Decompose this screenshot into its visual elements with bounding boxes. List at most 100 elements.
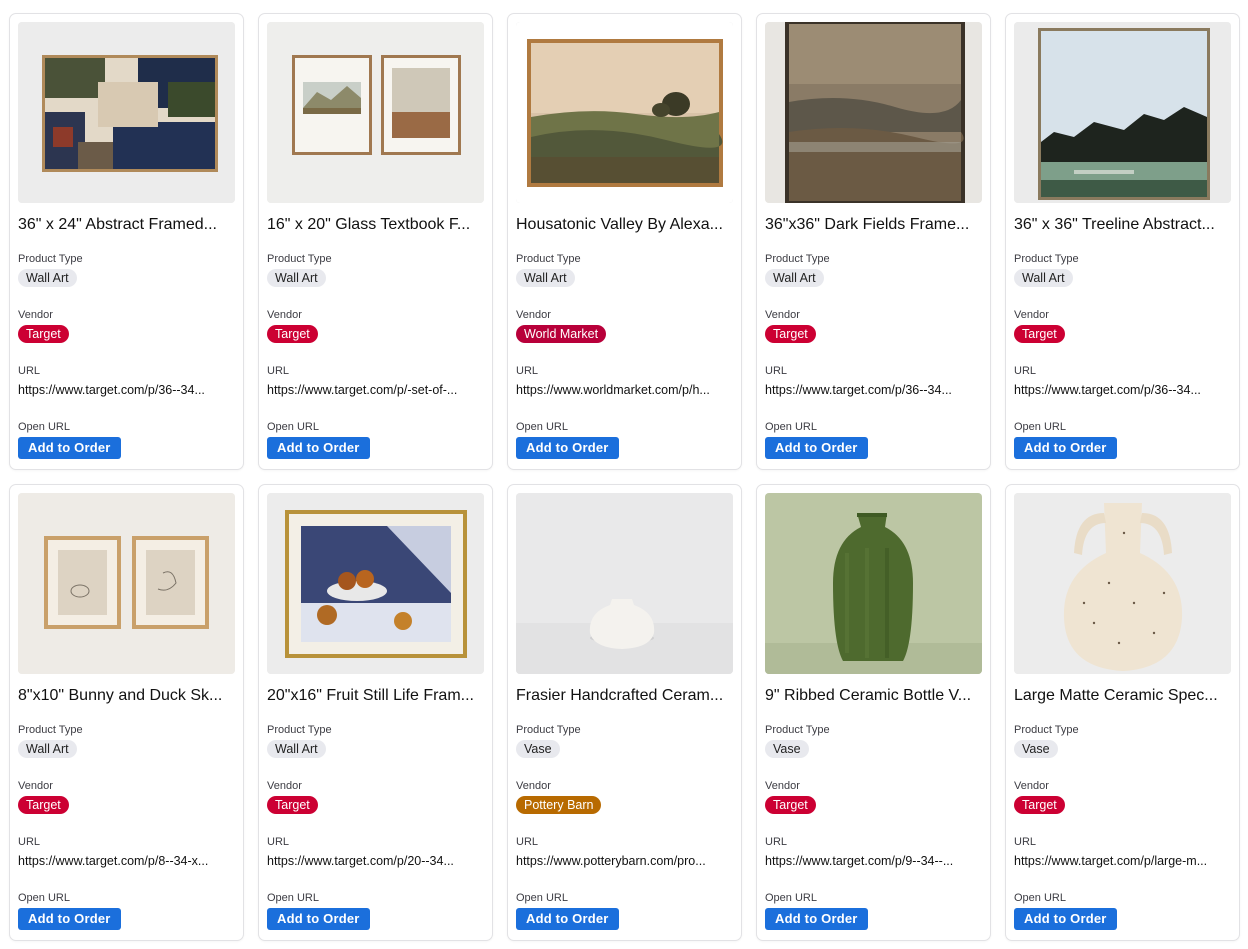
vendor-label: Vendor <box>765 309 800 321</box>
vendor-badge: Target <box>267 796 318 814</box>
add-to-order-button[interactable]: Add to Order <box>516 908 619 930</box>
product-card: Frasier Handcrafted Ceram... Product Typ… <box>507 484 742 941</box>
vendor-label: Vendor <box>765 780 800 792</box>
product-type-badge: Wall Art <box>1014 269 1073 287</box>
vendor-label: Vendor <box>267 780 302 792</box>
product-title: 20"x16" Fruit Still Life Fram... <box>267 687 474 704</box>
open-url-label: Open URL <box>516 892 568 904</box>
product-image[interactable] <box>267 493 484 674</box>
landscape-painting-image <box>516 22 733 203</box>
product-type-badge: Wall Art <box>267 740 326 758</box>
product-type-label: Product Type <box>765 724 830 736</box>
product-title: 36" x 24" Abstract Framed... <box>18 216 217 233</box>
open-url-label: Open URL <box>516 421 568 433</box>
product-url: https://www.target.com/p/36--34... <box>18 383 205 397</box>
open-url-label: Open URL <box>765 892 817 904</box>
product-title: Frasier Handcrafted Ceram... <box>516 687 724 704</box>
add-to-order-button[interactable]: Add to Order <box>765 908 868 930</box>
vendor-label: Vendor <box>18 309 53 321</box>
product-image[interactable] <box>1014 22 1231 203</box>
product-url: https://www.target.com/p/8--34-x... <box>18 854 209 868</box>
product-type-badge: Wall Art <box>18 740 77 758</box>
product-grid: 36" x 24" Abstract Framed... Product Typ… <box>9 13 1240 941</box>
product-type-badge: Wall Art <box>765 269 824 287</box>
open-url-label: Open URL <box>18 421 70 433</box>
product-url: https://www.target.com/p/36--34... <box>1014 383 1201 397</box>
product-url: https://www.target.com/p/9--34--... <box>765 854 954 868</box>
open-url-label: Open URL <box>267 892 319 904</box>
url-label: URL <box>267 836 290 848</box>
open-url-label: Open URL <box>267 421 319 433</box>
vendor-label: Vendor <box>1014 780 1049 792</box>
vendor-badge: Target <box>765 325 816 343</box>
product-type-badge: Vase <box>516 740 560 758</box>
open-url-label: Open URL <box>18 892 70 904</box>
product-type-label: Product Type <box>765 253 830 265</box>
product-card: 20"x16" Fruit Still Life Fram... Product… <box>258 484 493 941</box>
product-title: Housatonic Valley By Alexa... <box>516 216 723 233</box>
speckled-ceramic-vase-image <box>1014 493 1231 674</box>
product-card: 16" x 20" Glass Textbook F... Product Ty… <box>258 13 493 470</box>
product-type-badge: Vase <box>1014 740 1058 758</box>
white-ceramic-vase-image <box>516 493 733 674</box>
product-image[interactable] <box>18 22 235 203</box>
url-label: URL <box>765 836 788 848</box>
vendor-badge: Target <box>765 796 816 814</box>
open-url-label: Open URL <box>1014 421 1066 433</box>
vendor-label: Vendor <box>516 309 551 321</box>
product-image[interactable] <box>1014 493 1231 674</box>
product-image[interactable] <box>765 493 982 674</box>
vendor-label: Vendor <box>1014 309 1049 321</box>
vendor-label: Vendor <box>18 780 53 792</box>
product-card: 9" Ribbed Ceramic Bottle V... Product Ty… <box>756 484 991 941</box>
add-to-order-button[interactable]: Add to Order <box>18 437 121 459</box>
product-card: 36"x36" Dark Fields Frame... Product Typ… <box>756 13 991 470</box>
product-card: Large Matte Ceramic Spec... Product Type… <box>1005 484 1240 941</box>
product-card: Housatonic Valley By Alexa... Product Ty… <box>507 13 742 470</box>
product-card: 36" x 36" Treeline Abstract... Product T… <box>1005 13 1240 470</box>
product-type-badge: Wall Art <box>516 269 575 287</box>
add-to-order-button[interactable]: Add to Order <box>18 908 121 930</box>
abstract-framed-art-image <box>18 22 235 203</box>
product-type-label: Product Type <box>18 724 83 736</box>
product-type-label: Product Type <box>516 253 581 265</box>
product-image[interactable] <box>267 22 484 203</box>
product-type-label: Product Type <box>516 724 581 736</box>
vendor-badge: Target <box>18 325 69 343</box>
vendor-label: Vendor <box>516 780 551 792</box>
add-to-order-button[interactable]: Add to Order <box>267 908 370 930</box>
add-to-order-button[interactable]: Add to Order <box>1014 908 1117 930</box>
url-label: URL <box>18 365 41 377</box>
add-to-order-button[interactable]: Add to Order <box>267 437 370 459</box>
treeline-abstract-painting-image <box>1014 22 1231 203</box>
product-type-label: Product Type <box>267 253 332 265</box>
product-image[interactable] <box>516 493 733 674</box>
vendor-badge: Target <box>1014 325 1065 343</box>
product-title: Large Matte Ceramic Spec... <box>1014 687 1218 704</box>
product-type-badge: Wall Art <box>18 269 77 287</box>
product-image[interactable] <box>18 493 235 674</box>
product-type-label: Product Type <box>267 724 332 736</box>
product-title: 8"x10" Bunny and Duck Sk... <box>18 687 223 704</box>
product-url: https://www.target.com/p/36--34... <box>765 383 952 397</box>
bunny-duck-sketches-image <box>18 493 235 674</box>
product-url: https://www.target.com/p/large-m... <box>1014 854 1208 868</box>
two-framed-landscapes-image <box>267 22 484 203</box>
dark-fields-painting-image <box>765 22 982 203</box>
vendor-badge: Target <box>267 325 318 343</box>
add-to-order-button[interactable]: Add to Order <box>516 437 619 459</box>
product-type-badge: Wall Art <box>267 269 326 287</box>
url-label: URL <box>516 836 539 848</box>
open-url-label: Open URL <box>765 421 817 433</box>
add-to-order-button[interactable]: Add to Order <box>765 437 868 459</box>
fruit-still-life-image <box>267 493 484 674</box>
product-type-badge: Vase <box>765 740 809 758</box>
vendor-badge: Target <box>1014 796 1065 814</box>
url-label: URL <box>1014 365 1037 377</box>
product-image[interactable] <box>516 22 733 203</box>
url-label: URL <box>1014 836 1037 848</box>
url-label: URL <box>765 365 788 377</box>
add-to-order-button[interactable]: Add to Order <box>1014 437 1117 459</box>
product-image[interactable] <box>765 22 982 203</box>
product-url: https://www.worldmarket.com/p/h... <box>516 383 710 397</box>
